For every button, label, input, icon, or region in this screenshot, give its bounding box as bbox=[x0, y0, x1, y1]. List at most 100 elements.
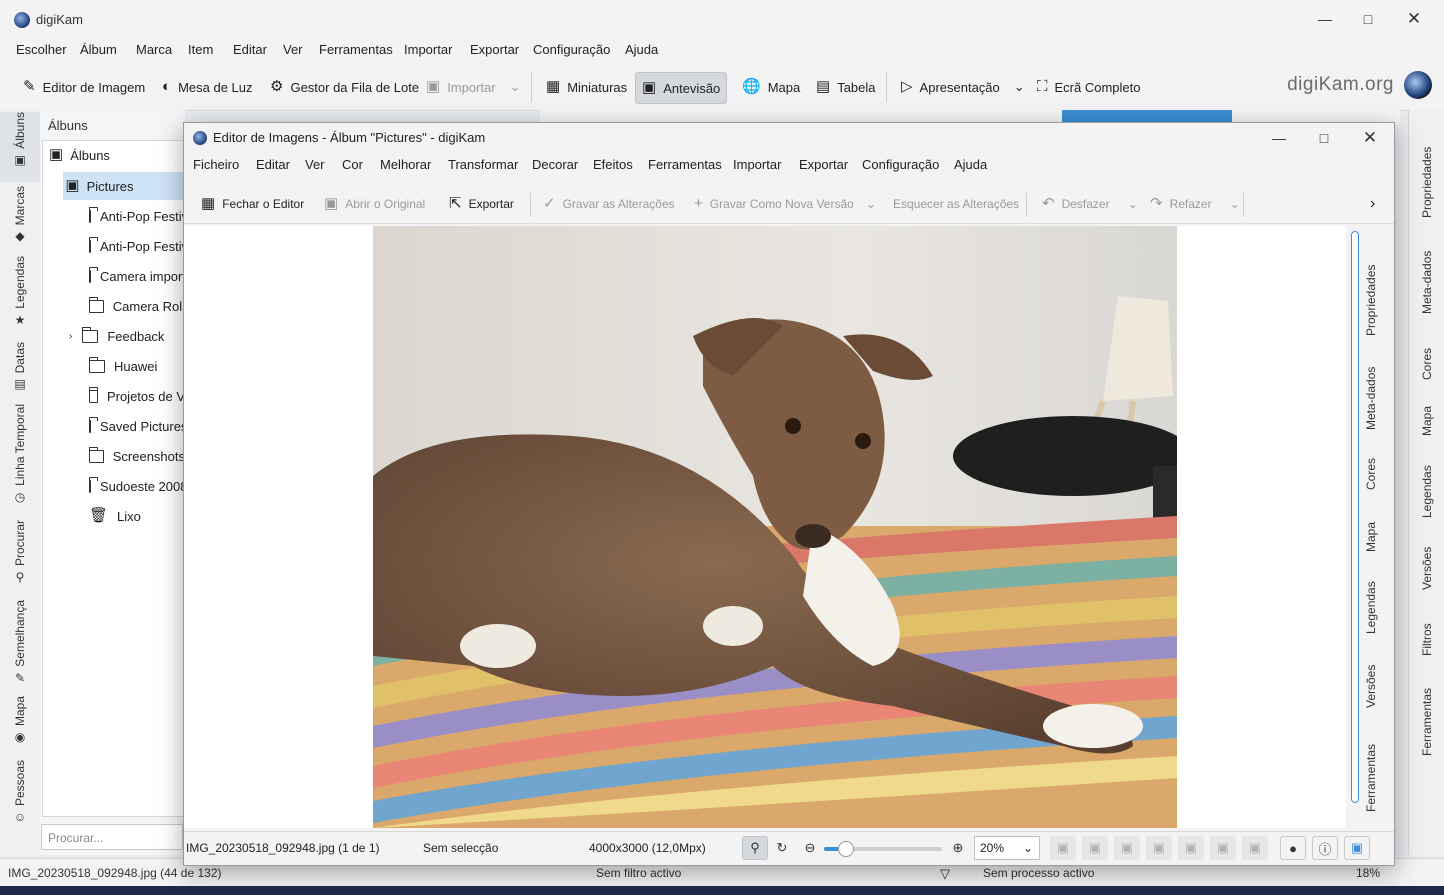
view-option-7[interactable]: ▣ bbox=[1242, 836, 1268, 860]
menu-editar[interactable]: Editar bbox=[256, 157, 290, 172]
tree-folder[interactable]: Huawei bbox=[89, 352, 185, 380]
tree-folder[interactable]: Screenshots bbox=[89, 442, 185, 470]
menu-escolher[interactable]: Escolher bbox=[16, 42, 67, 57]
view-option-4[interactable]: ▣ bbox=[1146, 836, 1172, 860]
tree-folder[interactable]: Camera Roll bbox=[89, 292, 185, 320]
tab-labels[interactable]: Legendas ★ bbox=[0, 256, 40, 332]
zoom-slider-handle[interactable] bbox=[838, 841, 854, 857]
menu-cor[interactable]: Cor bbox=[342, 157, 363, 172]
preview-button[interactable]: ▣ Antevisão bbox=[635, 72, 728, 104]
tab-tools[interactable]: Ferramentas bbox=[1409, 670, 1444, 756]
import-button[interactable]: ▣ Importar ⌄ bbox=[420, 72, 527, 102]
tab-filters[interactable]: Filtros bbox=[1409, 604, 1444, 656]
maximize-button[interactable]: □ bbox=[1353, 8, 1383, 30]
zoom-combobox[interactable]: 20% ⌄ bbox=[974, 836, 1040, 860]
batch-queue-button[interactable]: ⚙ Gestor da Fila de Lote bbox=[264, 72, 425, 102]
menu-ver[interactable]: Ver bbox=[283, 42, 303, 57]
redo-button[interactable]: ↷ Refazer ⌄ bbox=[1150, 189, 1240, 219]
save-button[interactable]: ✓ Gravar as Alterações bbox=[543, 189, 675, 219]
editor-close-button[interactable]: ✕ bbox=[1355, 127, 1385, 149]
info-icon[interactable]: ⓘ bbox=[1312, 836, 1338, 860]
tree-root-albums[interactable]: ▣ Álbuns bbox=[49, 141, 191, 169]
tree-folder[interactable]: Anti-Pop Festival bbox=[89, 232, 185, 260]
tab-search[interactable]: Procurar ⚲ bbox=[0, 520, 40, 590]
tab-properties[interactable]: Propriedades bbox=[1409, 114, 1444, 218]
image-canvas[interactable] bbox=[184, 226, 1346, 828]
menu-exportar[interactable]: Exportar bbox=[799, 157, 848, 172]
view-option-3[interactable]: ▣ bbox=[1114, 836, 1140, 860]
menu-melhorar[interactable]: Melhorar bbox=[380, 157, 431, 172]
tree-trash[interactable]: 🗑 Lixo bbox=[89, 502, 185, 530]
table-button[interactable]: ▤ Tabela bbox=[810, 72, 882, 102]
export-button[interactable]: ⇱ Exportar bbox=[449, 189, 514, 219]
menu-importar[interactable]: Importar bbox=[733, 157, 781, 172]
view-option-5[interactable]: ▣ bbox=[1178, 836, 1204, 860]
save-new-version-button[interactable]: + Gravar Como Nova Versão ⌄ bbox=[694, 189, 876, 219]
light-table-button[interactable]: ◐ Mesa de Luz bbox=[156, 72, 259, 102]
editor-vertical-scrollbar[interactable] bbox=[1351, 231, 1359, 803]
menu-configuracao[interactable]: Configuração bbox=[862, 157, 939, 172]
view-option-1[interactable]: ▣ bbox=[1050, 836, 1076, 860]
tab-similarity[interactable]: Semelhança ✎ bbox=[0, 600, 40, 688]
menu-importar[interactable]: Importar bbox=[404, 42, 452, 57]
minimize-button[interactable]: — bbox=[1310, 8, 1340, 30]
zoom-slider[interactable] bbox=[824, 841, 942, 857]
fullscreen-button[interactable]: ⛶ Ecrã Completo bbox=[1031, 72, 1147, 102]
toolbar-more-icon[interactable]: › bbox=[1370, 189, 1375, 219]
menu-ferramentas[interactable]: Ferramentas bbox=[648, 157, 722, 172]
menu-ficheiro[interactable]: Ficheiro bbox=[193, 157, 239, 172]
filter-icon[interactable]: ▽ bbox=[940, 866, 950, 882]
menu-ferramentas[interactable]: Ferramentas bbox=[319, 42, 393, 57]
zoom-out-button[interactable]: ⊖ bbox=[797, 836, 823, 860]
info-filled-icon[interactable]: ● bbox=[1280, 836, 1306, 860]
tab-people[interactable]: Pessoas ☺ bbox=[0, 760, 40, 826]
status-zoom[interactable]: 18% bbox=[1356, 866, 1380, 880]
zoom-fit-button[interactable]: ⚲ bbox=[742, 836, 768, 860]
menu-configuracao[interactable]: Configuração bbox=[533, 42, 610, 57]
tree-folder[interactable]: Projetos de V bbox=[89, 382, 185, 410]
tree-folder[interactable]: Anti-Pop Festival bbox=[89, 202, 185, 230]
open-original-button[interactable]: ▣ Abrir o Original bbox=[324, 189, 425, 219]
menu-editar[interactable]: Editar bbox=[233, 42, 267, 57]
rotate-button[interactable]: ↻ bbox=[769, 836, 795, 860]
zoom-in-button[interactable]: ⊕ bbox=[945, 836, 971, 860]
tab-dates[interactable]: Datas ▤ bbox=[0, 342, 40, 394]
tree-folder[interactable]: › Feedback bbox=[69, 322, 185, 350]
tab-albums[interactable]: Álbuns ▣ bbox=[0, 112, 40, 182]
tab-timeline[interactable]: Linha Temporal ◷ bbox=[0, 404, 40, 510]
tab-metadata[interactable]: Meta-dados bbox=[1409, 224, 1444, 314]
menu-efeitos[interactable]: Efeitos bbox=[593, 157, 633, 172]
tree-folder[interactable]: Saved Pictures bbox=[89, 412, 185, 440]
menu-transformar[interactable]: Transformar bbox=[448, 157, 518, 172]
tab-versions[interactable]: Versões bbox=[1409, 528, 1444, 590]
menu-album[interactable]: Álbum bbox=[80, 42, 117, 57]
map-button[interactable]: 🌐 Mapa bbox=[736, 72, 806, 102]
slideshow-button[interactable]: ▷ Apresentação ⌄ bbox=[895, 72, 1031, 102]
view-option-6[interactable]: ▣ bbox=[1210, 836, 1236, 860]
menu-ajuda[interactable]: Ajuda bbox=[625, 42, 658, 57]
tab-map[interactable]: Mapa ◉ bbox=[0, 696, 40, 752]
tab-colors[interactable]: Cores bbox=[1409, 320, 1444, 380]
forget-changes-button[interactable]: Esquecer as Alterações bbox=[893, 189, 1019, 219]
view-option-2[interactable]: ▣ bbox=[1082, 836, 1108, 860]
menu-item[interactable]: Item bbox=[188, 42, 213, 57]
tree-folder[interactable]: Camera imports bbox=[89, 262, 185, 290]
chevron-right-icon[interactable]: › bbox=[69, 331, 72, 342]
tab-captions[interactable]: Legendas bbox=[1409, 446, 1444, 518]
tree-folder[interactable]: Sudoeste 2008 bbox=[89, 472, 185, 500]
close-editor-button[interactable]: ▦ Fechar o Editor bbox=[201, 189, 304, 219]
editor-minimize-button[interactable]: — bbox=[1264, 127, 1294, 149]
album-tree[interactable]: ▣Álbuns ⌄▣Pictures Anti-Pop Festival Ant… bbox=[42, 140, 187, 817]
color-preview-icon[interactable]: ▣ bbox=[1344, 836, 1370, 860]
close-button[interactable]: ✕ bbox=[1399, 8, 1429, 30]
tab-map-right[interactable]: Mapa bbox=[1409, 386, 1444, 436]
image-editor-button[interactable]: ✎ Editor de Imagem bbox=[17, 72, 151, 102]
menu-ver[interactable]: Ver bbox=[305, 157, 325, 172]
editor-maximize-button[interactable]: □ bbox=[1309, 127, 1339, 149]
tree-item-pictures[interactable]: ⌄▣Pictures bbox=[63, 172, 185, 200]
menu-ajuda[interactable]: Ajuda bbox=[954, 157, 987, 172]
menu-decorar[interactable]: Decorar bbox=[532, 157, 578, 172]
menu-exportar[interactable]: Exportar bbox=[470, 42, 519, 57]
tab-tags[interactable]: Marcas ◆ bbox=[0, 186, 40, 246]
undo-button[interactable]: ↶ Desfazer ⌄ bbox=[1042, 189, 1138, 219]
